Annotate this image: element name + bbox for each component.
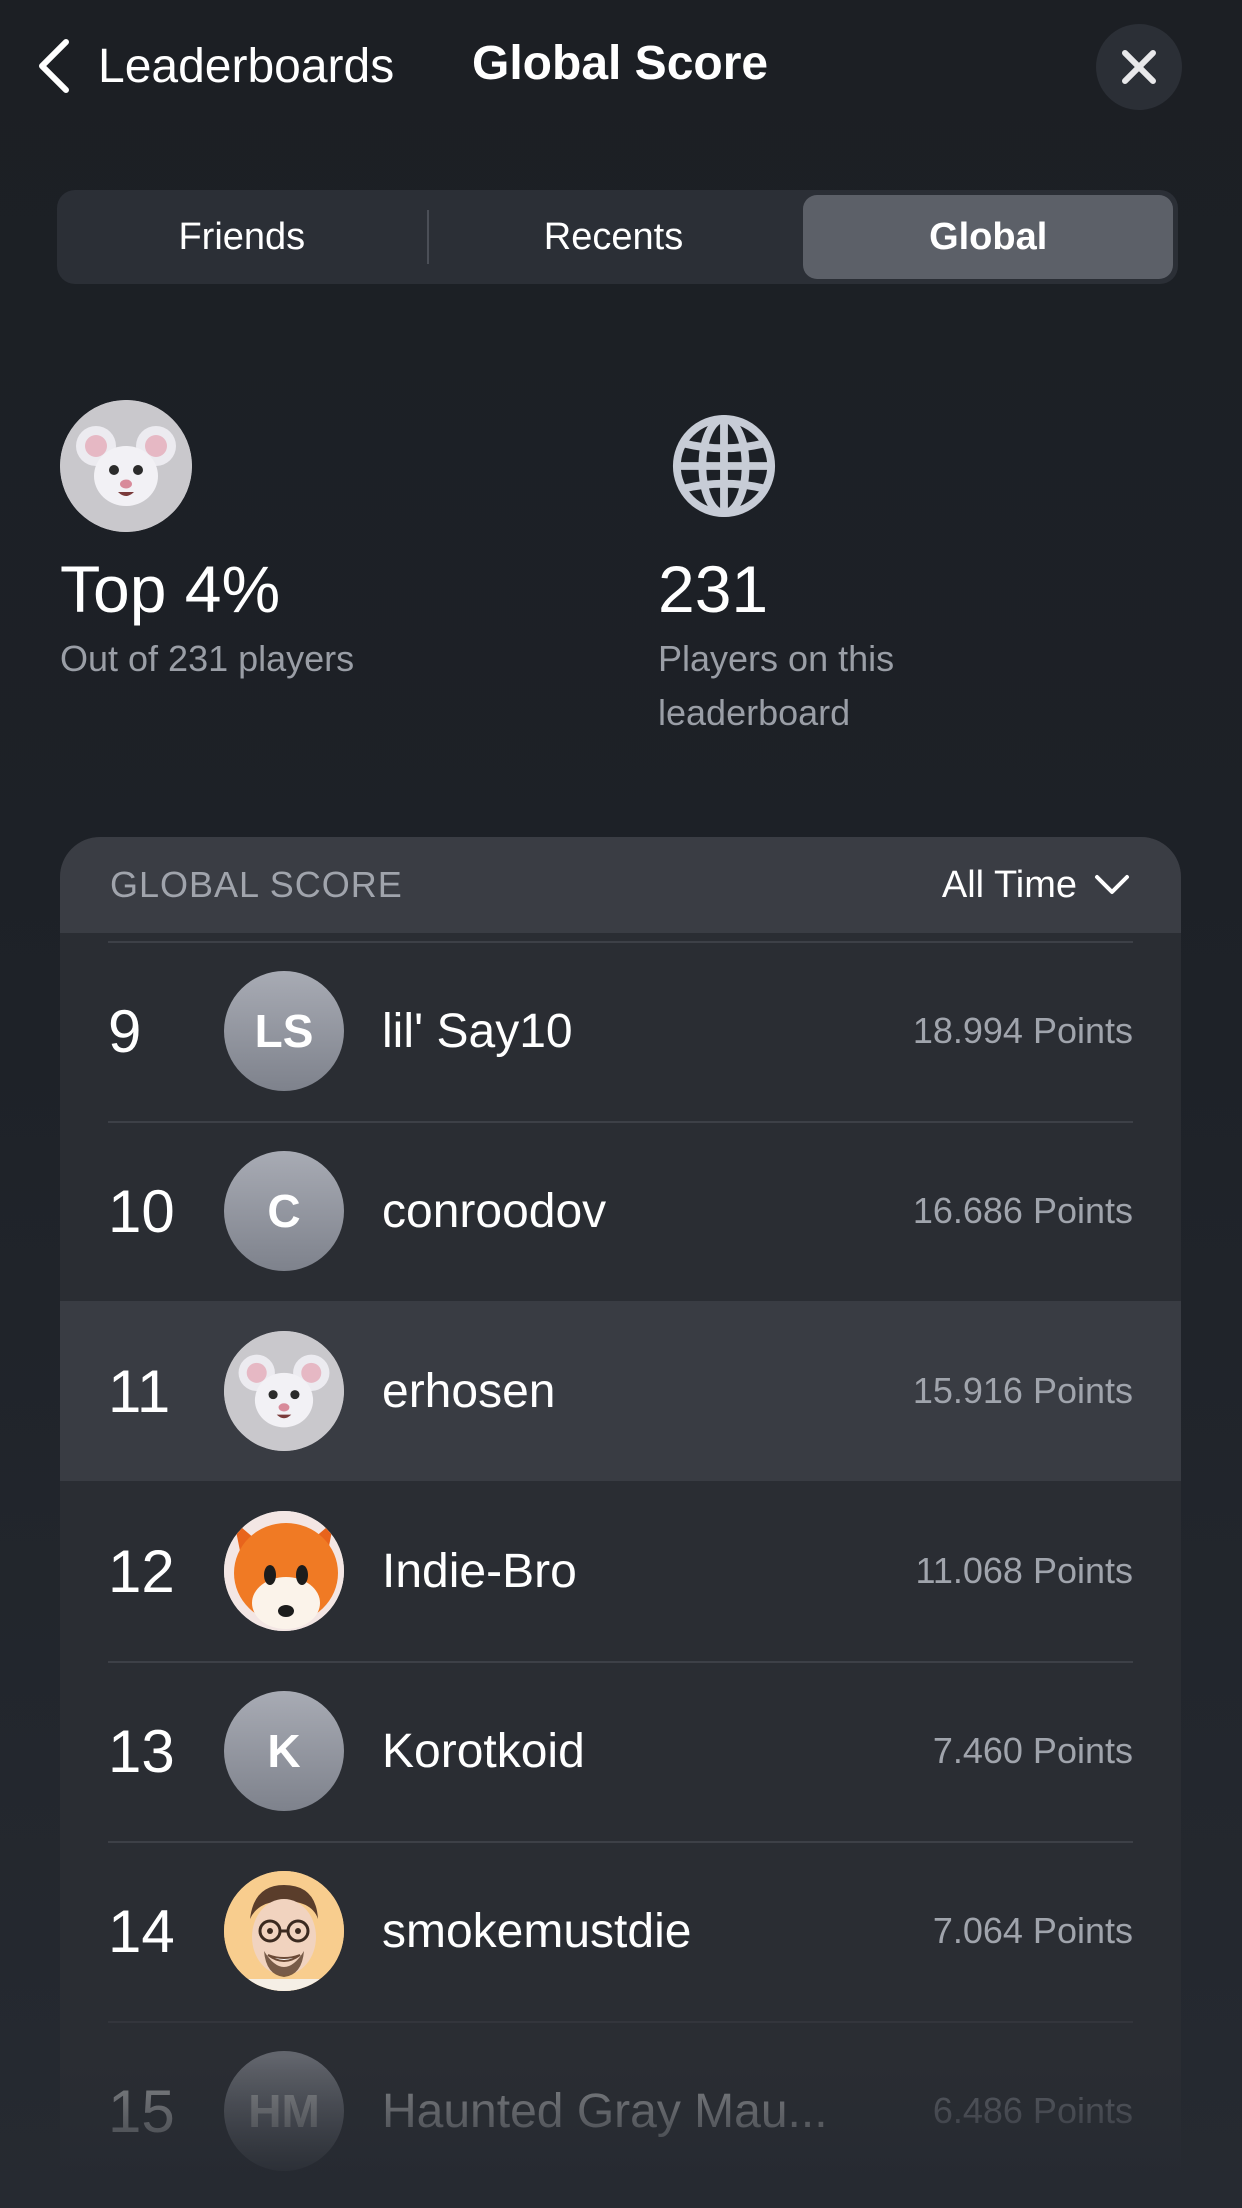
chevron-down-icon bbox=[1095, 875, 1129, 894]
period-label: All Time bbox=[941, 863, 1077, 906]
rank-number: 14 bbox=[108, 1897, 175, 1965]
avatar bbox=[224, 1331, 344, 1451]
chevron-left-icon bbox=[39, 39, 69, 93]
back-label: Leaderboards bbox=[98, 39, 395, 93]
rank-number: 9 bbox=[108, 997, 142, 1065]
tab-global[interactable]: Global bbox=[803, 195, 1174, 279]
rank-number: 13 bbox=[108, 1717, 175, 1785]
rank-number: 12 bbox=[108, 1537, 175, 1605]
tab-friends[interactable]: Friends bbox=[57, 195, 427, 279]
leaderboard-title: GLOBAL SCORE bbox=[110, 864, 403, 905]
rank-number: 10 bbox=[108, 1177, 175, 1245]
table-row[interactable]: 13 K Korotkoid 7.460 Points bbox=[60, 1661, 1181, 1841]
globe-icon bbox=[658, 400, 790, 532]
page-title: Global Score bbox=[472, 37, 769, 90]
row-divider bbox=[108, 1841, 1133, 1843]
rank-subtitle: Out of 231 players bbox=[60, 637, 355, 679]
row-divider bbox=[108, 1121, 1133, 1123]
player-name: erhosen bbox=[382, 1364, 556, 1418]
close-icon bbox=[1122, 50, 1156, 84]
avatar bbox=[224, 1871, 344, 1991]
back-button[interactable]: Leaderboards bbox=[34, 28, 394, 104]
leaderboard-card: GLOBAL SCORE All Time 9 LS lil' Say10 18… bbox=[60, 837, 1181, 2177]
avatar bbox=[224, 1511, 344, 1631]
player-points: 18.994 Points bbox=[912, 1010, 1133, 1051]
player-points: 15.916 Points bbox=[912, 1370, 1133, 1411]
row-divider bbox=[108, 2021, 1133, 2023]
leaderboard-header: GLOBAL SCORE All Time bbox=[60, 837, 1181, 933]
rank-number: 11 bbox=[108, 1357, 171, 1425]
avatar: C bbox=[224, 1151, 344, 1271]
rank-number: 15 bbox=[108, 2077, 175, 2145]
man-memoji-icon bbox=[224, 1871, 344, 1991]
nav-header: Leaderboards Global Score bbox=[0, 0, 1242, 135]
player-name: Korotkoid bbox=[382, 1724, 585, 1778]
mouse-memoji-icon bbox=[60, 400, 192, 532]
players-stat: 231 Players on this leaderboard bbox=[658, 400, 1018, 740]
rank-value: Top 4% bbox=[60, 552, 281, 626]
avatar: LS bbox=[224, 971, 344, 1091]
players-count: 231 bbox=[658, 552, 769, 626]
player-name: Indie-Bro bbox=[382, 1544, 577, 1598]
table-row-current-player[interactable]: 11 erhosen 15.916 Points bbox=[60, 1301, 1181, 1481]
period-dropdown[interactable]: All Time bbox=[942, 864, 1131, 907]
table-row[interactable]: 15 HM Haunted Gray Mau... 6.486 Points bbox=[60, 2021, 1181, 2177]
row-divider bbox=[108, 1661, 1133, 1663]
player-points: 7.460 Points bbox=[932, 1730, 1133, 1771]
player-points: 11.068 Points bbox=[915, 1550, 1134, 1591]
table-row[interactable]: 12 Indie-Bro 11.068 Points bbox=[60, 1481, 1181, 1661]
table-row[interactable]: 9 LS lil' Say10 18.994 Points bbox=[60, 941, 1181, 1121]
players-subtitle: Players on this leaderboard bbox=[658, 637, 895, 733]
player-name: conroodov bbox=[382, 1184, 607, 1238]
player-points: 7.064 Points bbox=[932, 1910, 1133, 1951]
player-name: Haunted Gray Mau... bbox=[382, 2084, 828, 2138]
avatar: K bbox=[224, 1691, 344, 1811]
row-divider bbox=[108, 941, 1133, 943]
fox-memoji-icon bbox=[224, 1511, 344, 1631]
mouse-memoji-icon bbox=[224, 1331, 344, 1451]
table-row[interactable]: 10 C conroodov 16.686 Points bbox=[60, 1121, 1181, 1301]
close-button[interactable] bbox=[1096, 24, 1182, 110]
player-avatar bbox=[60, 400, 192, 532]
player-name: smokemustdie bbox=[382, 1904, 692, 1958]
rank-stat: Top 4% Out of 231 players bbox=[60, 400, 420, 686]
avatar: HM bbox=[224, 2051, 344, 2171]
player-name: lil' Say10 bbox=[382, 1004, 573, 1058]
player-points: 16.686 Points bbox=[912, 1190, 1133, 1231]
table-row[interactable]: 14 smokemustdie 7.064 Points bbox=[60, 1841, 1181, 2021]
scope-segmented-control: Friends Recents Global bbox=[57, 190, 1178, 284]
tab-recents[interactable]: Recents bbox=[429, 195, 799, 279]
player-points: 6.486 Points bbox=[932, 2090, 1133, 2131]
